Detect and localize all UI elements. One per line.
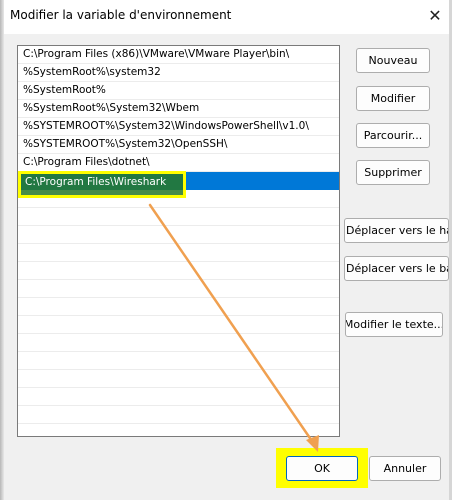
edit-environment-variable-dialog: Modifier la variable d'environnement ✕ C… — [4, 0, 449, 500]
list-item[interactable]: %SYSTEMROOT%\System32\WindowsPowerShell\… — [18, 118, 339, 136]
edit-button[interactable]: Modifier — [356, 86, 430, 111]
move-up-button[interactable]: Déplacer vers le haut — [344, 218, 449, 243]
cancel-button[interactable]: Annuler — [369, 456, 441, 481]
list-item[interactable]: %SystemRoot% — [18, 82, 339, 100]
list-item-empty[interactable] — [18, 190, 339, 208]
list-item[interactable]: %SystemRoot%\System32\Wbem — [18, 100, 339, 118]
list-item-empty[interactable] — [18, 388, 339, 406]
list-item-empty[interactable] — [18, 262, 339, 280]
list-item-empty[interactable] — [18, 406, 339, 424]
list-item-empty[interactable] — [18, 334, 339, 352]
dialog-title: Modifier la variable d'environnement — [10, 8, 232, 22]
edit-text-button[interactable]: Modifier le texte... — [345, 312, 443, 337]
new-button[interactable]: Nouveau — [356, 48, 430, 73]
list-item-empty[interactable] — [18, 280, 339, 298]
path-list[interactable]: C:\Program Files (x86)\VMware\VMware Pla… — [17, 45, 340, 437]
ok-button[interactable]: OK — [286, 456, 358, 481]
list-item[interactable]: C:\Program Files\dotnet\ — [18, 154, 339, 172]
list-item[interactable]: %SystemRoot%\system32 — [18, 64, 339, 82]
list-item-empty[interactable] — [18, 316, 339, 334]
list-item[interactable]: C:\Program Files (x86)\VMware\VMware Pla… — [18, 46, 339, 64]
list-item-empty[interactable] — [18, 208, 339, 226]
list-item-empty[interactable] — [18, 352, 339, 370]
delete-button[interactable]: Supprimer — [356, 160, 430, 185]
move-down-button[interactable]: Déplacer vers le bas — [344, 256, 449, 281]
close-button[interactable]: ✕ — [423, 4, 447, 26]
list-item[interactable]: %SYSTEMROOT%\System32\OpenSSH\ — [18, 136, 339, 154]
close-icon: ✕ — [428, 5, 442, 25]
list-item-empty[interactable] — [18, 298, 339, 316]
list-item-empty[interactable] — [18, 226, 339, 244]
list-item-empty[interactable] — [18, 244, 339, 262]
list-item-empty[interactable] — [18, 370, 339, 388]
browse-button[interactable]: Parcourir... — [356, 123, 430, 148]
list-item-selected[interactable] — [18, 172, 339, 190]
title-bar: Modifier la variable d'environnement ✕ — [4, 0, 449, 34]
